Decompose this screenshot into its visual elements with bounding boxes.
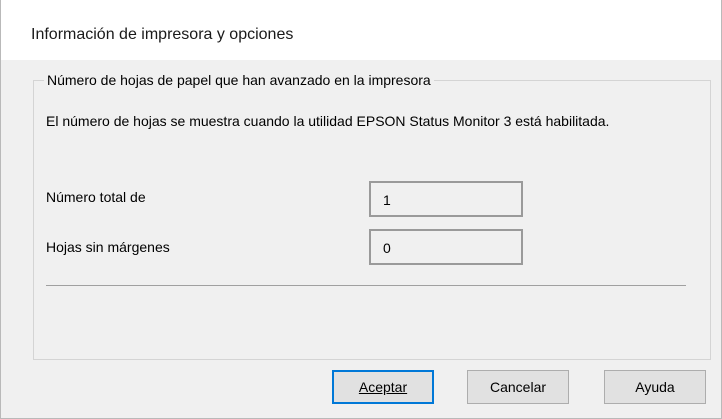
cancel-button-label: Cancelar [489,379,547,395]
total-sheets-field: 1 [369,181,523,217]
group-legend: Número de hojas de papel que han avanzad… [44,72,434,88]
separator-line [46,285,686,286]
help-button[interactable]: Ayuda [604,370,706,404]
total-sheets-label: Número total de [46,189,146,205]
group-description: El número de hojas se muestra cuando la … [46,113,610,129]
printer-info-dialog: Información de impresora y opciones Núme… [0,0,722,419]
dialog-title: Información de impresora y opciones [31,26,294,43]
title-bar: Información de impresora y opciones [1,0,721,60]
ok-button[interactable]: Aceptar [332,370,434,404]
ok-button-label: Aceptar [358,379,408,395]
borderless-sheets-label: Hojas sin márgenes [46,239,170,255]
cancel-button[interactable]: Cancelar [467,370,569,404]
borderless-sheets-field: 0 [369,229,523,265]
help-button-label: Ayuda [635,379,675,395]
sheets-fed-group: Número de hojas de papel que han avanzad… [33,72,711,360]
